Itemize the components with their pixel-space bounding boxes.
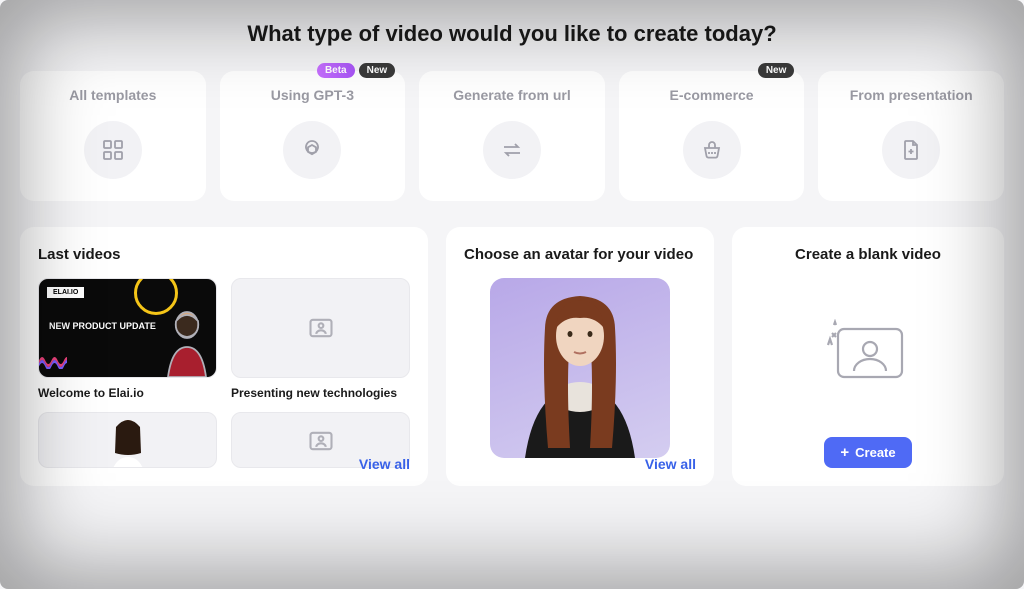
panel-blank-video: Create a blank video + Create <box>732 227 1004 487</box>
category-title: E-commerce <box>629 87 795 103</box>
category-all-templates[interactable]: All templates <box>20 71 206 201</box>
view-all-link[interactable]: View all <box>359 456 410 472</box>
thumb-headline: NEW PRODUCT UPDATE <box>49 321 156 331</box>
video-item[interactable]: Presenting new technologies <box>231 278 410 400</box>
video-thumbnail: ELAI.IO NEW PRODUCT UPDATE <box>38 278 217 378</box>
new-badge: New <box>359 63 396 78</box>
video-item[interactable]: ELAI.IO NEW PRODUCT UPDATE Welcome to El… <box>38 278 217 400</box>
basket-icon <box>683 121 741 179</box>
video-thumbnail <box>231 278 410 378</box>
page-heading: What type of video would you like to cre… <box>20 20 1004 49</box>
view-all-link[interactable]: View all <box>645 456 696 472</box>
panel-last-videos: Last videos ELAI.IO NEW PRODUCT UPDATE W… <box>20 227 428 487</box>
create-button-label: Create <box>855 445 895 460</box>
new-badge: New <box>758 63 795 78</box>
panel-choose-avatar: Choose an avatar for your video View all <box>446 227 714 487</box>
category-from-url[interactable]: Generate from url <box>419 71 605 201</box>
panel-title: Choose an avatar for your video <box>464 245 696 265</box>
video-thumbnail[interactable] <box>38 412 217 468</box>
panel-title: Last videos <box>38 245 410 265</box>
category-title: All templates <box>30 87 196 103</box>
category-presentation[interactable]: From presentation <box>818 71 1004 201</box>
video-label: Welcome to Elai.io <box>38 386 217 400</box>
panel-title: Create a blank video <box>750 245 986 265</box>
grid-icon <box>84 121 142 179</box>
category-gpt3[interactable]: Beta New Using GPT-3 <box>220 71 406 201</box>
openai-icon <box>283 121 341 179</box>
create-button[interactable]: + Create <box>824 437 911 468</box>
category-title: Generate from url <box>429 87 595 103</box>
beta-badge: Beta <box>317 63 355 78</box>
thumb-tag: ELAI.IO <box>47 287 84 298</box>
avatar-preview[interactable] <box>490 278 670 458</box>
panels-row: Last videos ELAI.IO NEW PRODUCT UPDATE W… <box>20 227 1004 487</box>
video-label: Presenting new technologies <box>231 386 410 400</box>
file-plus-icon <box>882 121 940 179</box>
plus-icon: + <box>840 445 849 460</box>
category-row: All templates Beta New Using GPT-3 Gener… <box>20 71 1004 201</box>
category-title: Using GPT-3 <box>230 87 396 103</box>
swap-icon <box>483 121 541 179</box>
blank-video-icon <box>750 278 986 427</box>
category-title: From presentation <box>828 87 994 103</box>
category-ecommerce[interactable]: New E-commerce <box>619 71 805 201</box>
